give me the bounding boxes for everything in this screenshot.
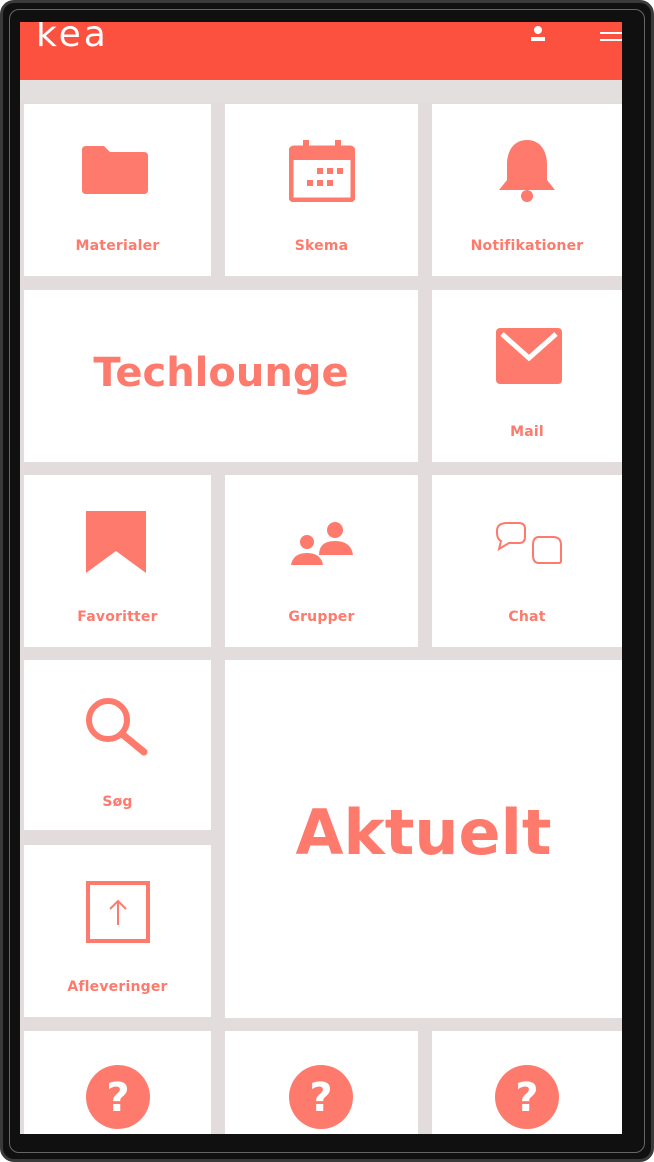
- bookmark-icon: [86, 511, 146, 573]
- tile-label: Skema: [294, 238, 349, 254]
- envelope-icon: [496, 328, 562, 384]
- question-icon: ?: [289, 1065, 353, 1129]
- bell-icon: [499, 140, 555, 202]
- svg-text:?: ?: [515, 1075, 538, 1121]
- tile-unknown-2[interactable]: ?: [225, 1031, 418, 1134]
- tile-label: Chat: [508, 609, 546, 625]
- search-icon: [86, 698, 148, 756]
- tile-unknown-1[interactable]: ?: [24, 1031, 211, 1134]
- tile-soeg[interactable]: Søg: [24, 660, 211, 830]
- tile-label: Mail: [510, 424, 544, 440]
- tile-label: Materialer: [75, 238, 160, 254]
- tile-label: Grupper: [288, 609, 355, 625]
- tile-skema[interactable]: Skema: [225, 104, 418, 276]
- svg-text:?: ?: [106, 1075, 129, 1121]
- tile-notifikationer[interactable]: Notifikationer: [432, 104, 622, 276]
- tile-title: Aktuelt: [295, 796, 552, 869]
- user-icon[interactable]: [528, 24, 548, 44]
- question-icon: ?: [86, 1065, 150, 1129]
- tile-chat[interactable]: Chat: [432, 475, 622, 647]
- tile-label: Notifikationer: [470, 238, 584, 254]
- tile-afleveringer[interactable]: Afleveringer: [24, 845, 211, 1017]
- app-screen: kea Materialer Skema Notifikationer Tech…: [20, 22, 622, 1134]
- tile-label: Søg: [102, 794, 133, 810]
- tile-aktuelt[interactable]: Aktuelt: [225, 660, 622, 1018]
- top-bar: kea: [20, 22, 622, 80]
- upload-icon: [86, 881, 150, 943]
- tile-label: Afleveringer: [67, 979, 168, 995]
- svg-text:?: ?: [309, 1075, 332, 1121]
- tile-techlounge[interactable]: Techlounge: [24, 290, 418, 462]
- tile-grupper[interactable]: Grupper: [225, 475, 418, 647]
- hamburger-menu-icon[interactable]: [600, 30, 622, 46]
- question-icon: ?: [495, 1065, 559, 1129]
- tile-unknown-3[interactable]: ?: [432, 1031, 622, 1134]
- tile-mail[interactable]: Mail: [432, 290, 622, 462]
- tile-title: Techlounge: [93, 350, 349, 396]
- calendar-icon: [289, 140, 355, 202]
- tile-label: Favoritter: [77, 609, 158, 625]
- people-icon: [291, 522, 353, 565]
- top-divider: [20, 80, 622, 102]
- folder-icon: [82, 146, 148, 194]
- tile-materialer[interactable]: Materialer: [24, 104, 211, 276]
- kea-logo: kea: [36, 22, 109, 55]
- tile-favoritter[interactable]: Favoritter: [24, 475, 211, 647]
- chat-bubbles-icon: [496, 522, 562, 564]
